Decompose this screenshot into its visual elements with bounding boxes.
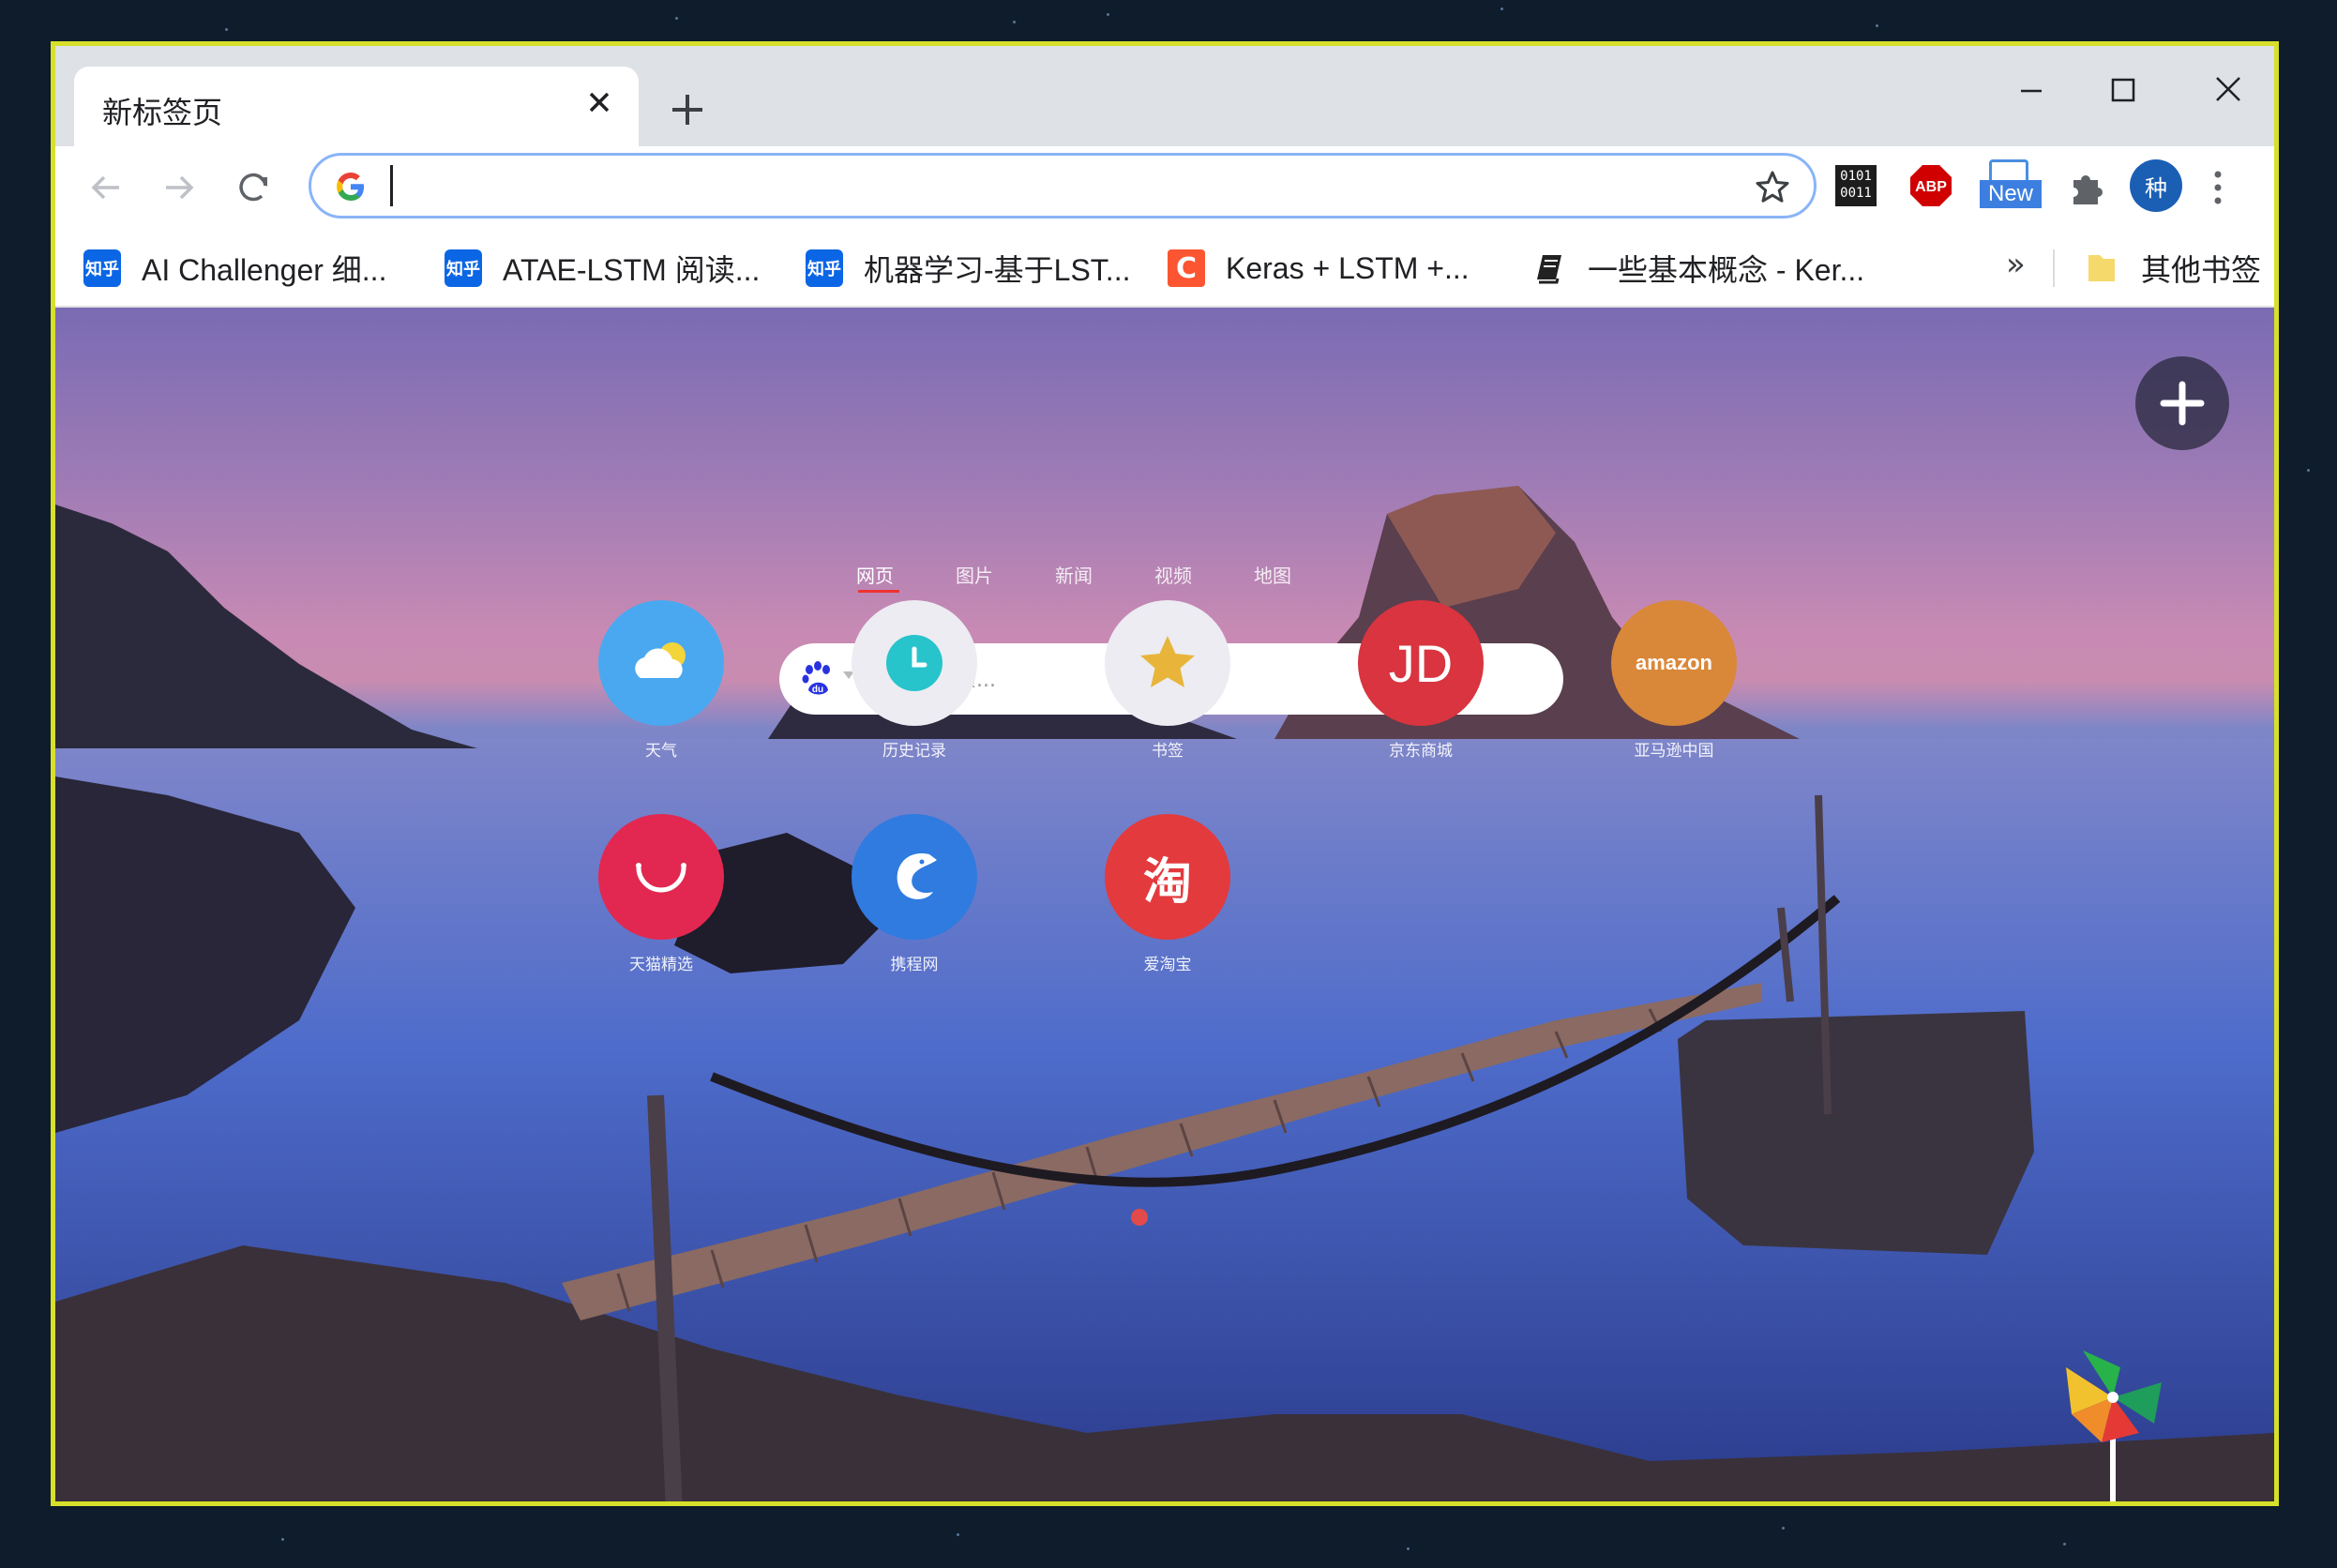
profile-initial: 种 [2145,174,2167,202]
weather-icon [598,600,724,726]
star-icon[interactable] [1754,169,1791,206]
taobao-logo-icon: 淘 [1105,814,1230,940]
bookmark-item[interactable]: C Keras + LSTM +... [1168,229,1470,308]
shortcut-label: 书签 [1152,742,1184,761]
baidu-paw-icon[interactable]: du [798,658,837,698]
omnibox-input[interactable] [390,163,1707,210]
monitor-icon [1989,159,2028,182]
close-icon[interactable] [580,83,618,121]
bookmark-label: ATAE-LSTM 阅读... [503,253,761,287]
clock-icon [852,600,977,726]
star-icon [1105,600,1230,726]
bookmarks-bar: 知乎 AI Challenger 细... 知乎 ATAE-LSTM 阅读...… [55,229,2274,308]
shortcut-label: 亚马逊中国 [1634,742,1714,761]
search-type-tabs: 网页 图片 新闻 视频 地图 [856,561,1353,588]
new-badge: New [1980,180,2042,208]
menu-icon[interactable] [2205,165,2231,210]
bookmark-label: Keras + LSTM +... [1226,250,1470,285]
tab-new-tab[interactable]: 新标签页 [74,67,639,146]
binary-top-text: 0101 [1840,169,1872,184]
forward-button[interactable] [155,163,204,212]
amazon-logo-icon: amazon [1611,600,1737,726]
browser-window: 新标签页 0101 0011 ABP New 种 知乎 AI Challenge… [51,41,2279,1506]
jd-logo-icon: JD [1358,600,1484,726]
shortcut-taobao[interactable]: 淘 爱淘宝 [1102,814,1233,974]
tab-title: 新标签页 [102,95,223,130]
shortcut-weather[interactable]: 天气 [596,600,727,761]
search-tab-web[interactable]: 网页 [856,561,956,588]
search-tab-images[interactable]: 图片 [956,561,1055,588]
bookmarks-overflow-button[interactable]: » [2006,246,2026,283]
plus-icon [2160,381,2205,426]
toolbar: 0101 0011 ABP New 种 [55,146,2274,229]
bookmark-divider [2053,249,2055,287]
shortcut-label: 爱淘宝 [1143,956,1192,974]
csdn-icon: C [1168,249,1205,287]
shortcut-label: 京东商城 [1389,742,1453,761]
new-tab-page: 网页 图片 新闻 视频 地图 du 输入并搜索... 天气 历史记录 书签 JD… [55,308,2274,1506]
bookmark-item[interactable]: 一些基本概念 - Ker... [1530,229,1864,308]
shortcut-label: 历史记录 [882,742,946,761]
dolphin-icon [852,814,977,940]
bookmark-label: AI Challenger 细... [142,253,387,287]
shortcut-history[interactable]: 历史记录 [849,600,980,761]
bookmark-label: 机器学习-基于LST... [864,253,1131,287]
search-tab-news[interactable]: 新闻 [1055,561,1154,588]
adblock-plus-icon[interactable]: ABP [1908,163,1953,208]
new-tab-button[interactable] [661,83,714,136]
back-button[interactable] [82,163,130,212]
zhihu-icon: 知乎 [83,249,121,287]
shortcut-label: 天猫精选 [629,956,693,974]
close-window-button[interactable] [2195,67,2261,115]
other-bookmarks-folder[interactable]: 其他书签 [2083,229,2261,308]
tab-strip: 新标签页 [55,46,2274,146]
binary-extension-icon[interactable]: 0101 0011 [1835,165,1877,206]
bookmark-item[interactable]: 知乎 机器学习-基于LST... [806,229,1130,308]
address-bar[interactable] [309,153,1817,219]
abp-label: ABP [1915,179,1947,195]
extensions-puzzle-icon[interactable] [2066,167,2107,208]
book-icon [1537,255,1561,284]
binary-bottom-text: 0011 [1840,186,1872,201]
profile-avatar[interactable]: 种 [2130,159,2182,212]
zhihu-icon: 知乎 [445,249,482,287]
folder-icon [2088,255,2115,281]
minimize-button[interactable] [1998,67,2064,115]
baidu-badge: du [812,685,823,695]
zhihu-icon: 知乎 [806,249,843,287]
new-extension-icon[interactable]: New [1980,159,2042,216]
add-shortcut-button[interactable] [2135,356,2229,450]
reload-button[interactable] [230,163,279,212]
search-tab-map[interactable]: 地图 [1254,561,1353,588]
search-tab-video[interactable]: 视频 [1154,561,1254,588]
active-tab-indicator [858,590,899,593]
other-bookmarks-label: 其他书签 [2141,253,2262,287]
maximize-button[interactable] [2090,67,2156,115]
shortcut-tmall[interactable]: 天猫精选 [596,814,727,974]
shortcut-jd[interactable]: JD 京东商城 [1355,600,1486,761]
shortcut-label: 天气 [645,742,677,761]
shortcut-bookmarks[interactable]: 书签 [1102,600,1233,761]
pinwheel-icon[interactable] [2064,1349,2167,1506]
bookmark-item[interactable]: 知乎 AI Challenger 细... [83,229,386,308]
tmall-smile-icon [598,814,724,940]
bookmark-item[interactable]: 知乎 ATAE-LSTM 阅读... [445,229,760,308]
google-icon [337,173,364,201]
shortcut-ctrip[interactable]: 携程网 [849,814,980,974]
shortcut-amazon[interactable]: amazon 亚马逊中国 [1608,600,1740,761]
bookmark-label: 一些基本概念 - Ker... [1588,253,1865,287]
shortcut-label: 携程网 [890,956,939,974]
